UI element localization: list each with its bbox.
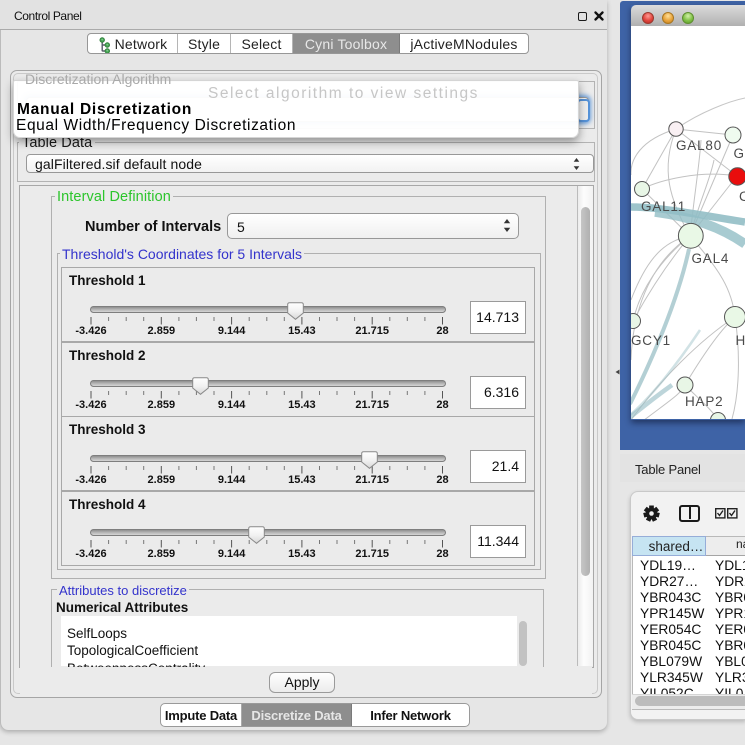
- svg-text:HAP2: HAP2: [685, 394, 723, 409]
- svg-text:GAL80: GAL80: [676, 138, 722, 153]
- svg-text:GAL4: GAL4: [692, 251, 730, 266]
- svg-text:GCY1: GCY1: [631, 333, 671, 348]
- svg-text:C: C: [739, 189, 745, 204]
- svg-text:H: H: [736, 333, 745, 348]
- svg-text:GAL11: GAL11: [641, 199, 686, 214]
- svg-text:G.: G.: [734, 146, 745, 161]
